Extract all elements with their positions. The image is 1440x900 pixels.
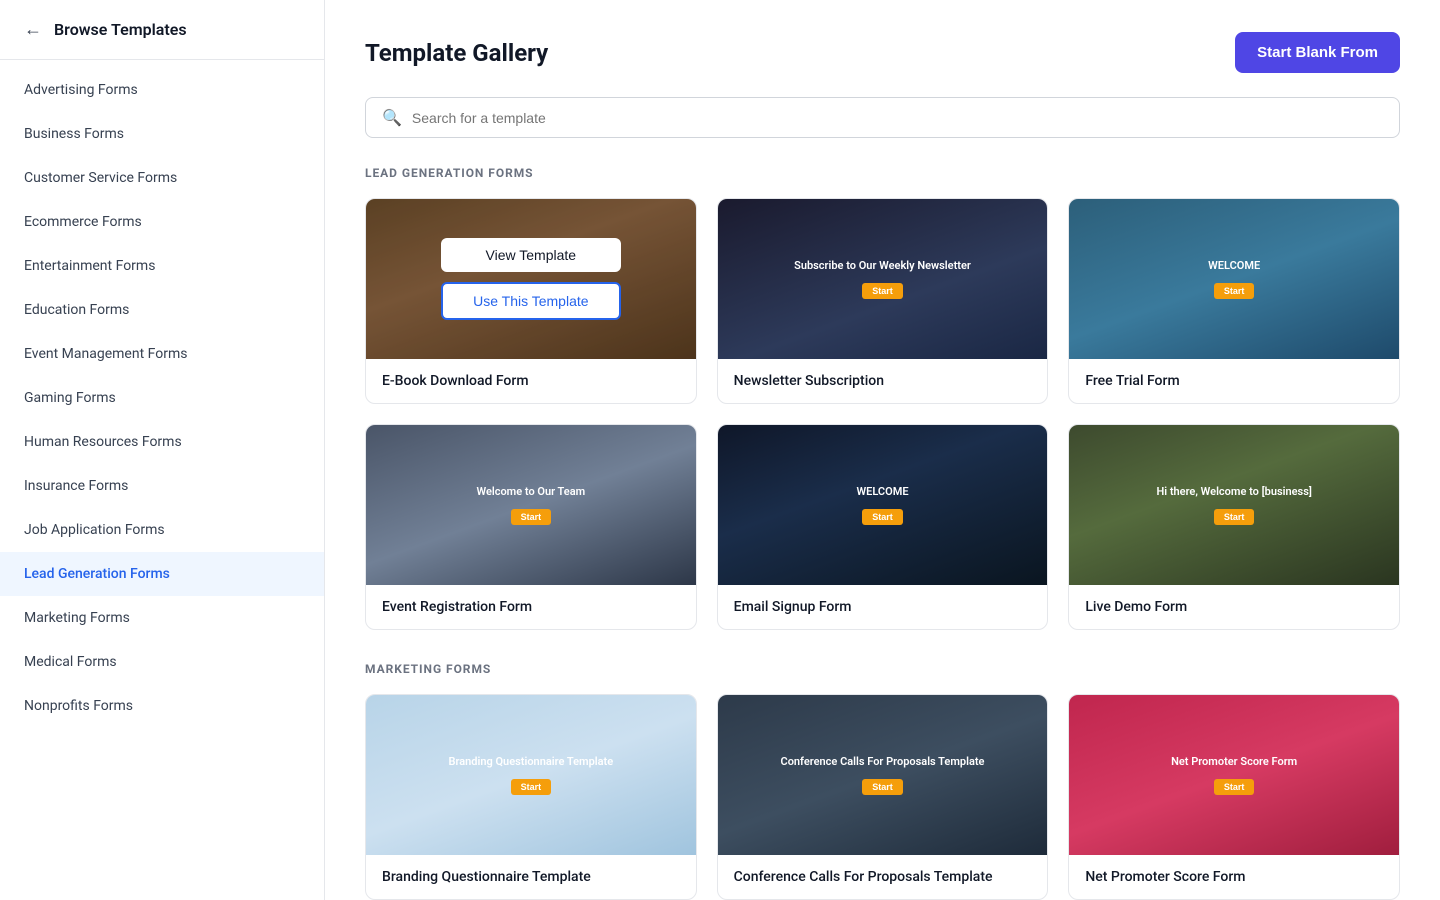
sidebar-item-gaming[interactable]: Gaming Forms: [0, 376, 324, 420]
back-icon[interactable]: ←: [24, 21, 42, 39]
mini-start-button[interactable]: Start: [511, 509, 552, 525]
sidebar-item-ecommerce[interactable]: Ecommerce Forms: [0, 200, 324, 244]
search-icon: 🔍: [382, 108, 402, 127]
mini-form-title: Conference Calls For Proposals Template: [781, 755, 985, 769]
sidebar-title: Browse Templates: [54, 20, 187, 39]
sidebar-nav: Advertising FormsBusiness FormsCustomer …: [0, 60, 324, 736]
card-label-nps: Net Promoter Score Form: [1069, 855, 1399, 899]
sidebar-item-business[interactable]: Business Forms: [0, 112, 324, 156]
use-template-button[interactable]: Use This Template: [441, 282, 621, 320]
mini-start-button[interactable]: Start: [862, 283, 903, 299]
card-label-ebook: E-Book Download Form: [366, 359, 696, 403]
mini-form-email-signup: WELCOME Start: [856, 485, 908, 525]
sidebar-item-medical[interactable]: Medical Forms: [0, 640, 324, 684]
card-hover-overlay: View Template Use This Template: [366, 199, 696, 359]
lead-generation-section: LEAD GENERATION FORMS View Template Use T…: [365, 166, 1400, 630]
sidebar-item-human-resources[interactable]: Human Resources Forms: [0, 420, 324, 464]
mini-form-newsletter: Subscribe to Our Weekly Newsletter Start: [794, 259, 971, 299]
sidebar-item-customer-service[interactable]: Customer Service Forms: [0, 156, 324, 200]
start-blank-button[interactable]: Start Blank From: [1235, 32, 1400, 73]
mini-form-branding: Branding Questionnaire Template Start: [448, 755, 613, 795]
marketing-title: MARKETING FORMS: [365, 662, 1400, 676]
sidebar-header: ← Browse Templates: [0, 0, 324, 60]
card-preview-live-demo: Hi there, Welcome to [business] Start: [1069, 425, 1399, 585]
mini-form-nps: Net Promoter Score Form Start: [1171, 755, 1297, 795]
card-preview-conference: Conference Calls For Proposals Template S…: [718, 695, 1048, 855]
mini-form-title: Net Promoter Score Form: [1171, 755, 1297, 769]
template-card-live-demo[interactable]: Hi there, Welcome to [business] Start Live…: [1068, 424, 1400, 630]
search-bar: 🔍: [365, 97, 1400, 138]
main-content: Template Gallery Start Blank From 🔍 LEAD…: [325, 0, 1440, 900]
card-preview-branding: Branding Questionnaire Template Start: [366, 695, 696, 855]
sidebar-item-insurance[interactable]: Insurance Forms: [0, 464, 324, 508]
mini-form-live-demo: Hi there, Welcome to [business] Start: [1156, 485, 1311, 525]
mini-start-button[interactable]: Start: [1214, 509, 1255, 525]
template-card-ebook[interactable]: View Template Use This Template E-Book Dow…: [365, 198, 697, 404]
template-card-conference[interactable]: Conference Calls For Proposals Template S…: [717, 694, 1049, 900]
card-label-branding: Branding Questionnaire Template: [366, 855, 696, 899]
card-preview-newsletter: Subscribe to Our Weekly Newsletter Start: [718, 199, 1048, 359]
sidebar-item-nonprofits[interactable]: Nonprofits Forms: [0, 684, 324, 728]
card-label-live-demo: Live Demo Form: [1069, 585, 1399, 629]
page-title: Template Gallery: [365, 39, 548, 67]
card-preview-nps: Net Promoter Score Form Start: [1069, 695, 1399, 855]
template-card-email-signup[interactable]: WELCOME Start Email Signup Form: [717, 424, 1049, 630]
lead-generation-grid: View Template Use This Template E-Book Dow…: [365, 198, 1400, 630]
marketing-grid: Branding Questionnaire TemplateStartBran…: [365, 694, 1400, 900]
view-template-button[interactable]: View Template: [441, 238, 621, 272]
mini-form-conference: Conference Calls For Proposals Template S…: [781, 755, 985, 795]
mini-form-event-reg: Welcome to Our Team Start: [476, 485, 585, 525]
mini-start-button[interactable]: Start: [862, 509, 903, 525]
template-card-newsletter[interactable]: Subscribe to Our Weekly Newsletter Start N…: [717, 198, 1049, 404]
marketing-section: MARKETING FORMS Branding Questionnaire T…: [365, 662, 1400, 900]
template-card-free-trial[interactable]: WELCOME Start Free Trial Form: [1068, 198, 1400, 404]
mini-form-title: Branding Questionnaire Template: [448, 755, 613, 769]
mini-start-button[interactable]: Start: [1214, 283, 1255, 299]
search-input[interactable]: [412, 110, 1383, 126]
card-preview-event-reg: Welcome to Our Team Start: [366, 425, 696, 585]
main-header: Template Gallery Start Blank From: [365, 32, 1400, 73]
mini-start-button[interactable]: Start: [511, 779, 552, 795]
lead-generation-title: LEAD GENERATION FORMS: [365, 166, 1400, 180]
sidebar-item-education[interactable]: Education Forms: [0, 288, 324, 332]
sidebar: ← Browse Templates Advertising FormsBusi…: [0, 0, 325, 900]
card-label-email-signup: Email Signup Form: [718, 585, 1048, 629]
template-card-branding[interactable]: Branding Questionnaire TemplateStartBran…: [365, 694, 697, 900]
sidebar-item-job-application[interactable]: Job Application Forms: [0, 508, 324, 552]
sidebar-item-marketing[interactable]: Marketing Forms: [0, 596, 324, 640]
card-preview-email-signup: WELCOME Start: [718, 425, 1048, 585]
card-label-newsletter: Newsletter Subscription: [718, 359, 1048, 403]
card-label-event-reg: Event Registration Form: [366, 585, 696, 629]
mini-form-free-trial: WELCOME Start: [1208, 259, 1260, 299]
sidebar-item-lead-generation[interactable]: Lead Generation Forms: [0, 552, 324, 596]
card-label-conference: Conference Calls For Proposals Template: [718, 855, 1048, 899]
sidebar-item-entertainment[interactable]: Entertainment Forms: [0, 244, 324, 288]
mini-start-button[interactable]: Start: [862, 779, 903, 795]
card-preview-ebook: View Template Use This Template: [366, 199, 696, 359]
card-label-free-trial: Free Trial Form: [1069, 359, 1399, 403]
mini-form-title: Welcome to Our Team: [476, 485, 585, 499]
template-card-nps[interactable]: Net Promoter Score FormStartNet Promoter…: [1068, 694, 1400, 900]
mini-start-button[interactable]: Start: [1214, 779, 1255, 795]
sidebar-item-advertising[interactable]: Advertising Forms: [0, 68, 324, 112]
mini-form-title: WELCOME: [1208, 259, 1260, 273]
mini-form-title: Hi there, Welcome to [business]: [1156, 485, 1311, 499]
card-preview-free-trial: WELCOME Start: [1069, 199, 1399, 359]
mini-form-title: WELCOME: [856, 485, 908, 499]
mini-form-title: Subscribe to Our Weekly Newsletter: [794, 259, 971, 273]
template-card-event-reg[interactable]: Welcome to Our Team Start Event Registrati…: [365, 424, 697, 630]
sidebar-item-event-management[interactable]: Event Management Forms: [0, 332, 324, 376]
